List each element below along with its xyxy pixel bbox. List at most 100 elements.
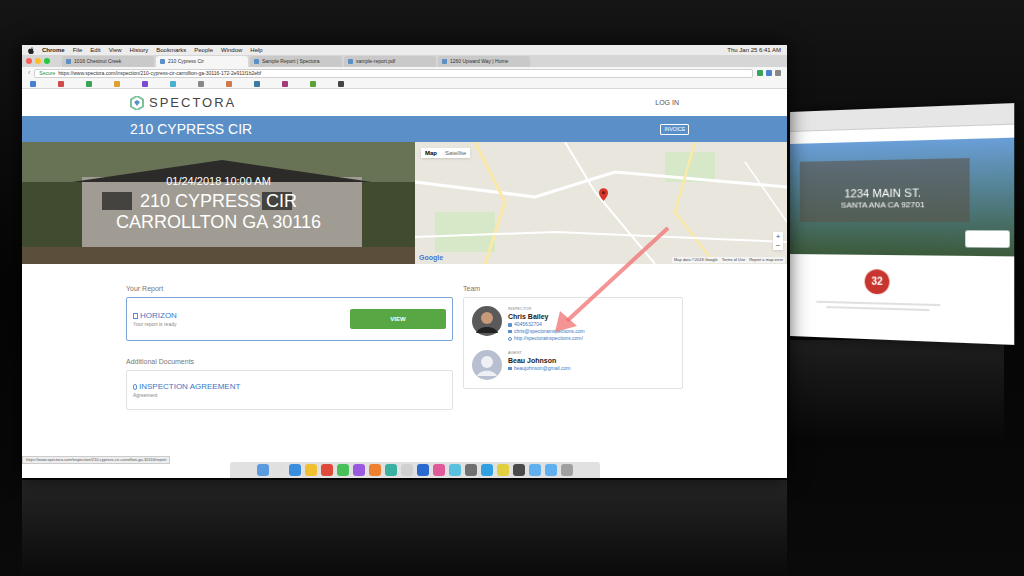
invoice-button[interactable]: INVOICE [660, 124, 689, 135]
member-email[interactable]: beaujohnson@gmail.com [514, 365, 571, 372]
bookmark-icon[interactable] [30, 81, 36, 87]
dock-app-icon[interactable] [321, 464, 333, 476]
inspection-datetime: 01/24/2018 10:00 AM [166, 174, 271, 188]
map-footer-link[interactable]: Map data ©2018 Google [674, 257, 718, 263]
menubar-item[interactable]: Edit [90, 46, 100, 54]
dock-app-icon[interactable] [561, 464, 573, 476]
bookmark-icon[interactable] [226, 81, 232, 87]
menubar-item[interactable]: Chrome [42, 46, 65, 54]
dock-app-icon[interactable] [433, 464, 445, 476]
zoom-in-button[interactable]: + [773, 232, 783, 241]
dock-app-icon[interactable] [417, 464, 429, 476]
tab-bar: 1016 Chestnut Creek 210 Cypress Cir Sample… [22, 55, 787, 67]
member-name: Beau Johnson [508, 356, 571, 365]
minimize-window-icon[interactable] [35, 58, 41, 64]
close-window-icon[interactable] [26, 58, 32, 64]
map-type-tab[interactable]: Satellite [441, 148, 470, 158]
title-bar: 210 CYPRESS CIR INVOICE [22, 116, 787, 142]
map-footer-link[interactable]: Terms of Use [722, 257, 746, 263]
team-heading: Team [463, 284, 683, 293]
dock-app-icon[interactable] [289, 464, 301, 476]
browser-tab[interactable]: sample-report.pdf [344, 56, 436, 67]
tab-label: sample-report.pdf [356, 58, 395, 65]
tab-label: Sample Report | Spectora [262, 58, 319, 65]
browser-tab[interactable]: 210 Cypress Cir [156, 56, 248, 67]
login-link[interactable]: LOG IN [655, 98, 679, 107]
member-phone[interactable]: 4045632704 [514, 321, 542, 328]
dock-app-icon[interactable] [385, 464, 397, 476]
map-type-tab[interactable]: Map [421, 148, 441, 158]
menubar-item[interactable]: View [109, 46, 122, 54]
dock-app-icon[interactable] [513, 464, 525, 476]
second-window[interactable]: 1234 MAIN ST.SANTA ANA CA 9270132 [790, 103, 1014, 345]
member-website[interactable]: http://spectorainspections.com/ [514, 335, 583, 342]
dock-app-icon[interactable] [257, 464, 269, 476]
bookmark-icon[interactable] [310, 81, 316, 87]
attachment-icon [133, 384, 137, 390]
dock-app-icon[interactable] [337, 464, 349, 476]
google-logo: Google [419, 253, 443, 264]
document-icon [133, 313, 138, 319]
menubar-item[interactable]: Help [250, 46, 262, 54]
bookmark-icon[interactable] [114, 81, 120, 87]
browser-tab[interactable]: 1016 Chestnut Creek [62, 56, 154, 67]
second-window-reflection [790, 340, 1004, 440]
bookmarks-bar [22, 79, 787, 89]
zoom-window-icon[interactable] [44, 58, 50, 64]
map-footer-link[interactable]: Report a map error [749, 257, 783, 263]
floor-reflection [22, 480, 787, 576]
view-button[interactable]: VIEW [350, 309, 446, 329]
extension-icon[interactable] [757, 70, 763, 76]
dock-app-icon[interactable] [305, 464, 317, 476]
content: Your ReportHORIZONYour report is readyVI… [22, 264, 787, 410]
hero-street: 210 CYPRESS CIR [140, 191, 297, 212]
dock-app-icon[interactable] [481, 464, 493, 476]
site-logo[interactable]: SPECTORA [149, 95, 236, 111]
bookmark-icon[interactable] [282, 81, 288, 87]
document-name[interactable]: INSPECTION AGREEMENT [139, 382, 240, 392]
extension-icon[interactable] [766, 70, 772, 76]
map[interactable]: MapSatellite +− Google Map data ©2018 Googl… [415, 142, 787, 264]
dock-app-icon[interactable] [449, 464, 461, 476]
bookmark-icon[interactable] [338, 81, 344, 87]
menubar-item[interactable]: Bookmarks [156, 46, 186, 54]
pointer-arrow-icon [22, 45, 787, 478]
dock-app-icon[interactable] [401, 464, 413, 476]
menubar-item[interactable]: File [73, 46, 83, 54]
dock-app-icon[interactable] [529, 464, 541, 476]
dock-app-icon[interactable] [497, 464, 509, 476]
member-role: AGENT [508, 350, 571, 356]
bookmark-icon[interactable] [142, 81, 148, 87]
tab-label: 1016 Chestnut Creek [74, 58, 121, 65]
browser-tab[interactable]: Sample Report | Spectora [250, 56, 342, 67]
site-header: SPECTORA LOG IN [22, 89, 787, 116]
bookmark-icon[interactable] [198, 81, 204, 87]
member-email[interactable]: chris@spectorainspections.com [514, 328, 585, 335]
menubar-item[interactable]: People [194, 46, 213, 54]
second-street: 1234 MAIN ST. [844, 186, 921, 200]
browser-tab[interactable]: 1260 Upward Way | Home [438, 56, 530, 67]
bookmark-icon[interactable] [86, 81, 92, 87]
zoom-out-button[interactable]: − [773, 241, 783, 250]
report-name[interactable]: HORIZON [140, 311, 177, 321]
second-hero: 1234 MAIN ST.SANTA ANA CA 92701 [790, 138, 1014, 257]
document-card[interactable]: INSPECTION AGREEMENTAgreement [126, 370, 453, 410]
bookmark-icon[interactable] [58, 81, 64, 87]
bookmark-icon[interactable] [170, 81, 176, 87]
map-roads-icon [415, 142, 787, 264]
dock-app-icon[interactable] [369, 464, 381, 476]
dock-app-icon[interactable] [353, 464, 365, 476]
dock-app-icon[interactable] [273, 464, 285, 476]
map-pin-icon [599, 188, 608, 201]
tab-label: 1260 Upward Way | Home [450, 58, 508, 65]
menubar-item[interactable]: History [130, 46, 149, 54]
menubar-item[interactable]: Window [221, 46, 242, 54]
extension-icon[interactable] [775, 70, 781, 76]
page-title: 210 CYPRESS CIR [130, 121, 252, 138]
back-icon[interactable]: ‹ [28, 69, 30, 77]
dock-app-icon[interactable] [545, 464, 557, 476]
address-bar[interactable]: Securehttps://www.spectora.com/inspectio… [34, 69, 753, 78]
toolbar: ‹ Securehttps://www.spectora.com/inspecti… [22, 67, 787, 79]
dock-app-icon[interactable] [465, 464, 477, 476]
bookmark-icon[interactable] [254, 81, 260, 87]
